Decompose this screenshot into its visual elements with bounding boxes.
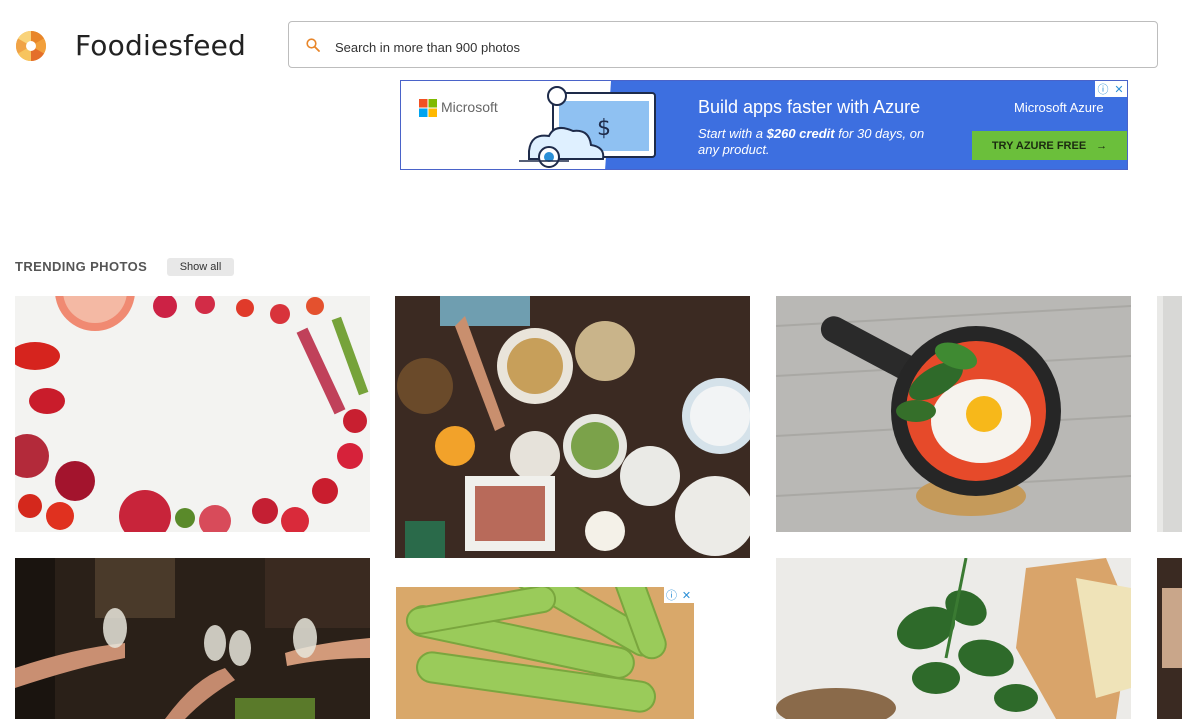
- ad-sub-prefix: Start with a: [698, 126, 767, 141]
- photo-partial-right-2[interactable]: [1157, 558, 1182, 719]
- search-input[interactable]: [333, 34, 1037, 60]
- photo-greens-cheese[interactable]: [776, 558, 1131, 719]
- photo-partial-right-1[interactable]: [1157, 296, 1182, 532]
- ad-controls: ⓘ ✕: [1095, 81, 1127, 97]
- cloud-monitor-illustration-icon: $: [519, 81, 679, 169]
- arrow-right-icon: →: [1096, 139, 1108, 152]
- brand-name[interactable]: Foodiesfeed: [75, 29, 246, 62]
- ad-info-icon[interactable]: ⓘ: [1095, 81, 1111, 97]
- svg-text:$: $: [597, 116, 611, 141]
- search-icon: [306, 38, 320, 52]
- okra-ad[interactable]: ⓘ ✕: [396, 587, 694, 719]
- ad-headline: Build apps faster with Azure: [698, 97, 921, 117]
- ad-sub-bold: $260 credit: [766, 126, 835, 141]
- small-ad-info-icon[interactable]: ⓘ: [664, 587, 679, 603]
- photo-fruits-frame[interactable]: [15, 296, 370, 532]
- photo-skillet-egg[interactable]: [776, 296, 1131, 532]
- trending-photos-heading: TRENDING PHOTOS: [15, 259, 148, 274]
- search-bar[interactable]: [288, 21, 1158, 68]
- small-ad-close-icon[interactable]: ✕: [679, 587, 694, 603]
- photo-food-table[interactable]: [395, 296, 750, 558]
- ad-subtext: Start with a $260 credit for 30 days, on…: [698, 126, 948, 158]
- ad-cta-label: TRY AZURE FREE: [991, 139, 1087, 152]
- small-ad-controls: ⓘ ✕: [664, 587, 694, 603]
- ad-product-name: Microsoft Azure: [1014, 100, 1104, 115]
- photo-wine-cheers[interactable]: [15, 558, 370, 719]
- try-azure-free-button[interactable]: TRY AZURE FREE →: [972, 131, 1127, 160]
- microsoft-logo-icon: [419, 99, 437, 117]
- ad-close-icon[interactable]: ✕: [1111, 81, 1127, 97]
- azure-ad-banner[interactable]: Microsoft $ Build apps faster with Azure…: [400, 80, 1128, 170]
- ad-advertiser-name: Microsoft: [441, 99, 498, 115]
- foodiesfeed-logo-icon[interactable]: [15, 30, 47, 62]
- show-all-button[interactable]: Show all: [167, 258, 234, 276]
